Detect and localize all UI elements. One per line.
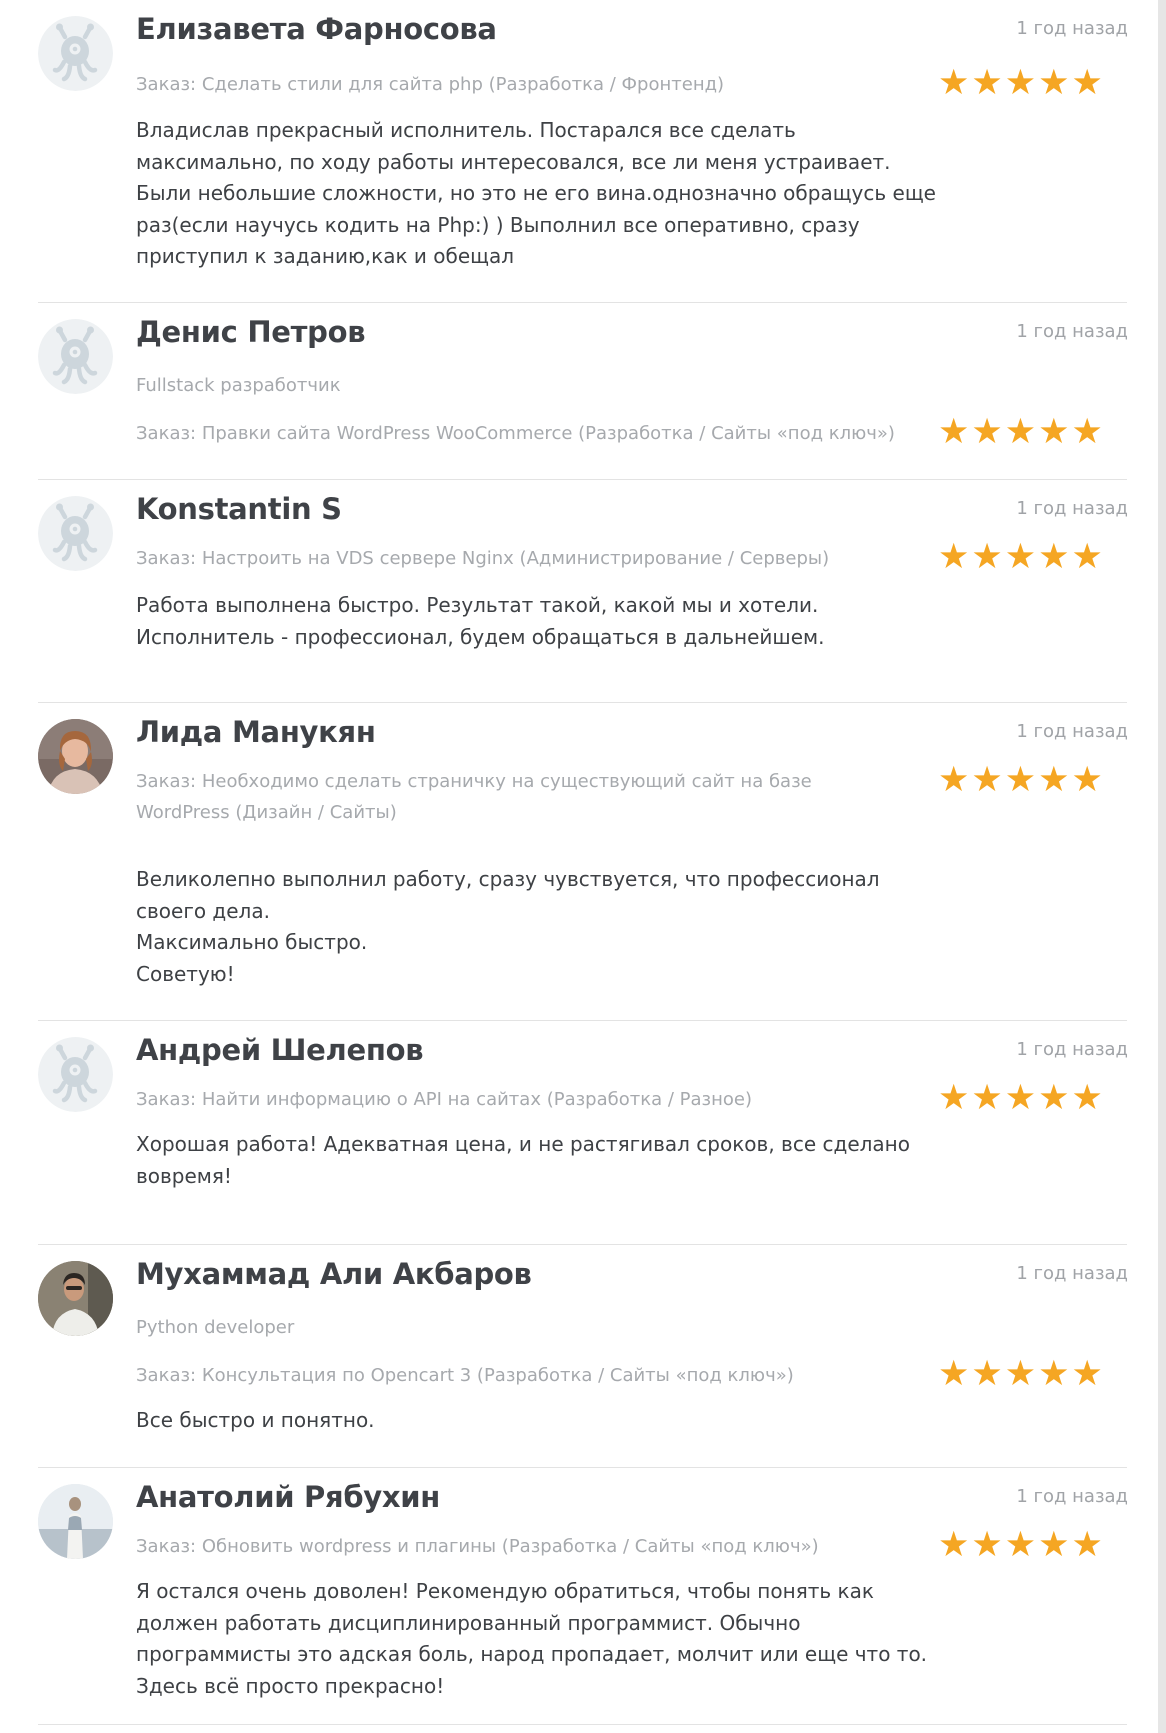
avatar[interactable]: [38, 16, 113, 91]
avatar[interactable]: [38, 319, 113, 394]
scrollbar[interactable]: [1158, 0, 1166, 1733]
review-time: 1 год назад: [1016, 721, 1128, 742]
user-photo: [38, 719, 113, 794]
reviewer-name[interactable]: Мухаммад Али Акбаров: [136, 1257, 532, 1291]
review-text: Все быстро и понятно.: [136, 1408, 375, 1432]
review-text: Я остался очень доволен! Рекомендую обра…: [136, 1579, 928, 1698]
order-link[interactable]: Заказ: Необходимо сделать страничку на с…: [136, 766, 896, 828]
review-text: Владислав прекрасный исполнитель. Постар…: [136, 118, 936, 268]
default-avatar-icon: [38, 319, 113, 394]
review-text: Хорошая работа! Адекватная цена, и не ра…: [136, 1132, 910, 1188]
avatar[interactable]: [38, 496, 113, 571]
reviewer-name[interactable]: Анатолий Рябухин: [136, 1480, 440, 1514]
avatar[interactable]: [38, 1037, 113, 1112]
user-photo: [38, 1261, 113, 1336]
review-time: 1 год назад: [1016, 498, 1128, 519]
review-item: Мухаммад Али Акбаров 1 год назад Python …: [0, 1245, 1158, 1468]
avatar[interactable]: [38, 1261, 113, 1336]
review-item: Лида Манукян 1 год назад Заказ: Необходи…: [0, 703, 1158, 1021]
review-item: Елизавета Фарносова 1 год назад Заказ: С…: [0, 0, 1158, 303]
review-item: Андрей Шелепов 1 год назад Заказ: Найти …: [0, 1021, 1158, 1245]
reviewer-name[interactable]: Елизавета Фарносова: [136, 12, 497, 46]
order-link[interactable]: Заказ: Сделать стили для сайта php (Разр…: [136, 69, 896, 100]
review-text: Работа выполнена быстро. Результат такой…: [136, 593, 825, 649]
avatar[interactable]: [38, 719, 113, 794]
order-link[interactable]: Заказ: Консультация по Opencart 3 (Разра…: [136, 1360, 896, 1391]
rating-stars: ★★★★★: [938, 762, 1105, 798]
user-photo: [38, 1484, 113, 1559]
review-time: 1 год назад: [1016, 1039, 1128, 1060]
review-item: Konstantin S 1 год назад Заказ: Настроит…: [0, 480, 1158, 703]
review-item: Анатолий Рябухин 1 год назад Заказ: Обно…: [0, 1468, 1158, 1733]
rating-stars: ★★★★★: [938, 1080, 1105, 1116]
rating-stars: ★★★★★: [938, 65, 1105, 101]
review-time: 1 год назад: [1016, 1263, 1128, 1284]
reviewer-title: Fullstack разработчик: [136, 375, 341, 396]
reviewer-name[interactable]: Андрей Шелепов: [136, 1033, 424, 1067]
reviewer-name[interactable]: Лида Манукян: [136, 715, 376, 749]
review-time: 1 год назад: [1016, 1486, 1128, 1507]
default-avatar-icon: [38, 496, 113, 571]
rating-stars: ★★★★★: [938, 539, 1105, 575]
reviewer-name[interactable]: Денис Петров: [136, 315, 366, 349]
review-time: 1 год назад: [1016, 18, 1128, 39]
order-link[interactable]: Заказ: Правки сайта WordPress WooCommerc…: [136, 418, 896, 449]
rating-stars: ★★★★★: [938, 1527, 1105, 1563]
rating-stars: ★★★★★: [938, 414, 1105, 450]
reviews-panel: Елизавета Фарносова 1 год назад Заказ: С…: [0, 0, 1158, 1733]
review-time: 1 год назад: [1016, 321, 1128, 342]
order-link[interactable]: Заказ: Настроить на VDS сервере Nginx (А…: [136, 543, 896, 574]
review-text: Великолепно выполнил работу, сразу чувст…: [136, 867, 880, 986]
rating-stars: ★★★★★: [938, 1356, 1105, 1392]
default-avatar-icon: [38, 16, 113, 91]
order-link[interactable]: Заказ: Найти информацию о API на сайтах …: [136, 1084, 896, 1115]
reviewer-name[interactable]: Konstantin S: [136, 492, 342, 526]
default-avatar-icon: [38, 1037, 113, 1112]
divider: [38, 1724, 1127, 1725]
reviewer-title: Python developer: [136, 1317, 295, 1338]
review-item: Денис Петров 1 год назад Fullstack разра…: [0, 303, 1158, 480]
order-link[interactable]: Заказ: Обновить wordpress и плагины (Раз…: [136, 1531, 896, 1562]
avatar[interactable]: [38, 1484, 113, 1559]
